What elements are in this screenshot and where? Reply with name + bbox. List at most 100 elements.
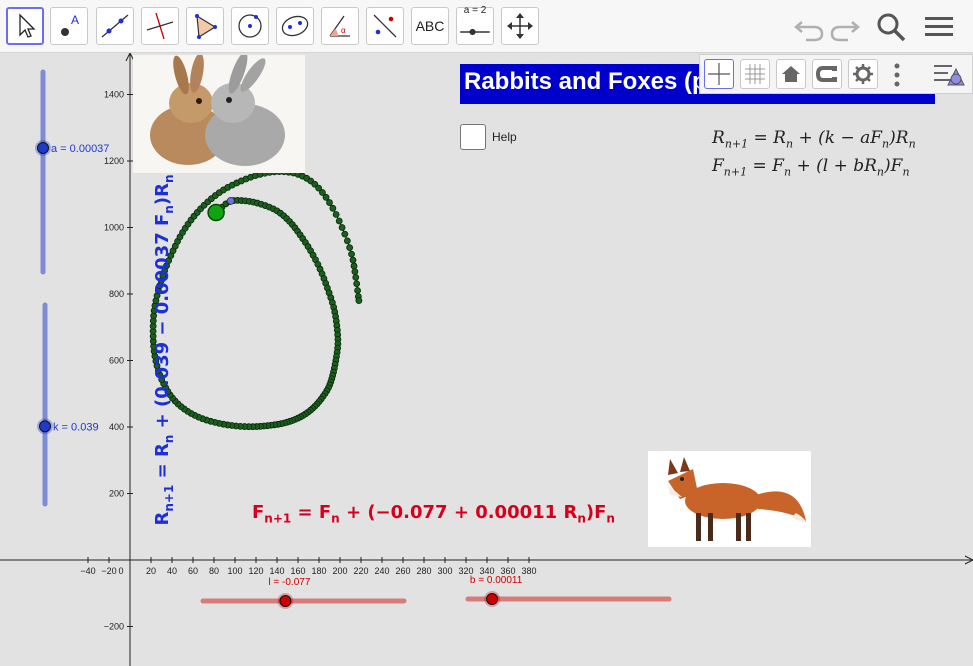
gear-icon	[853, 64, 873, 84]
move-tool-button[interactable]	[6, 7, 44, 45]
slider-l-handle[interactable]	[279, 595, 292, 607]
search-icon[interactable]	[874, 10, 908, 44]
angle-icon: α	[329, 15, 350, 37]
orbit-point	[338, 224, 346, 231]
x-tick-label: 300	[437, 566, 452, 576]
redo-icon[interactable]	[828, 10, 862, 44]
grid-icon	[745, 64, 765, 84]
y-tick-label: −200	[104, 622, 124, 632]
x-tick-label: 80	[209, 566, 219, 576]
x-tick-label: 40	[167, 566, 177, 576]
orbit-point	[322, 193, 330, 201]
rabbits-image	[133, 52, 305, 173]
y-tick-label: 1400	[104, 90, 124, 100]
orbit-point	[332, 211, 340, 218]
axes-icon	[708, 63, 730, 85]
slider-l-label: l = -0.077	[268, 577, 310, 588]
style-bar	[699, 54, 973, 94]
orbit-point	[355, 297, 363, 305]
perpendicular-tool-button[interactable]	[141, 7, 179, 45]
svg-text:A: A	[71, 13, 79, 27]
y-tick-label: 800	[109, 289, 124, 299]
x-tick-label: 0	[118, 566, 123, 576]
x-tick-label: 160	[290, 566, 305, 576]
fox-equation: Fn+1 = Fn + (l + bRn)Fn	[712, 156, 910, 179]
orbit-point	[354, 287, 361, 294]
toolbar: A α ABC a = 2	[0, 0, 973, 53]
y-tick-label: 600	[109, 356, 124, 366]
orbit-point	[350, 262, 358, 270]
rabbit-formula-text: Rn+1 = Rn + (0.039 − 0.00037 Fn)Rn	[152, 174, 176, 526]
orbit-point	[335, 217, 343, 225]
x-tick-label: 140	[269, 566, 284, 576]
slider-a-label: a = 0.00037	[51, 143, 109, 155]
orbit-point	[353, 280, 361, 288]
x-tick-label: 240	[374, 566, 389, 576]
reflect-tool-button[interactable]	[366, 7, 404, 45]
help-label: Help	[492, 130, 517, 144]
slider-tool-icon: a = 2	[459, 5, 491, 48]
orbit-point	[341, 230, 349, 238]
x-tick-label: −20	[101, 566, 116, 576]
ellipse-tool-button[interactable]	[276, 7, 314, 45]
x-tick-label: 20	[146, 566, 156, 576]
slider-tool-button[interactable]: a = 2	[456, 5, 494, 48]
y-tick-label: 200	[109, 489, 124, 499]
polygon-tool-button[interactable]	[186, 7, 224, 45]
svg-text:α: α	[341, 26, 346, 35]
style-bar-toggle-icon[interactable]	[932, 59, 966, 91]
label-style-button[interactable]	[812, 59, 842, 89]
move-graphics-tool-button[interactable]	[501, 7, 539, 45]
x-tick-label: 260	[395, 566, 410, 576]
x-tick-label: −40	[80, 566, 95, 576]
perpendicular-line-icon	[146, 12, 174, 40]
y-tick-label: 1200	[104, 156, 124, 166]
orbit-point	[351, 268, 359, 276]
line-icon	[101, 14, 129, 38]
orbit-point	[348, 250, 355, 258]
point-tool-button[interactable]: A	[50, 7, 88, 45]
settings-button[interactable]	[848, 59, 878, 89]
cursor-arrow-icon	[19, 13, 36, 38]
magnet-icon	[815, 66, 837, 82]
slider-b-handle[interactable]	[486, 593, 499, 605]
current-point[interactable]	[226, 196, 235, 205]
circle-icon	[238, 14, 262, 38]
x-tick-label: 60	[188, 566, 198, 576]
fox-formula-text: Fn+1 = Fn + (−0.077 + 0.00011 Rn)Fn	[252, 502, 615, 526]
line-tool-button[interactable]	[96, 7, 134, 45]
home-view-button[interactable]	[776, 59, 806, 89]
reflect-icon	[373, 14, 397, 38]
circle-tool-button[interactable]	[231, 7, 269, 45]
orbit-point	[329, 204, 337, 212]
x-tick-label: 200	[332, 566, 347, 576]
start-point[interactable]	[207, 203, 225, 222]
text-tool-button[interactable]: ABC	[411, 7, 449, 45]
x-tick-label: 380	[521, 566, 536, 576]
home-icon	[782, 66, 800, 82]
slider-k-label: k = 0.039	[53, 421, 99, 433]
help-checkbox[interactable]	[460, 124, 486, 150]
slider-b-label: b = 0.00011	[470, 575, 523, 586]
ellipse-icon	[281, 15, 309, 37]
grid-toggle-button[interactable]	[740, 59, 770, 89]
more-vert-icon[interactable]	[890, 61, 904, 89]
fox-image	[648, 451, 811, 547]
y-tick-label: 400	[109, 422, 124, 432]
text-tool-label: ABC	[415, 18, 445, 34]
orbit-point	[326, 199, 333, 206]
x-tick-label: 120	[248, 566, 263, 576]
orbit-point	[349, 256, 357, 264]
slider-k-handle[interactable]	[39, 420, 51, 433]
x-tick-label: 280	[416, 566, 431, 576]
slider-a-handle[interactable]	[37, 142, 49, 154]
orbit-point	[352, 273, 360, 281]
menu-icon[interactable]	[922, 10, 956, 44]
orbit-point	[343, 237, 351, 245]
axes-toggle-button[interactable]	[704, 59, 734, 89]
undo-icon[interactable]	[792, 10, 826, 44]
x-tick-label: 180	[311, 566, 326, 576]
move-arrows-icon	[507, 13, 533, 39]
y-tick-label: 1000	[104, 223, 124, 233]
angle-tool-button[interactable]: α	[321, 7, 359, 45]
